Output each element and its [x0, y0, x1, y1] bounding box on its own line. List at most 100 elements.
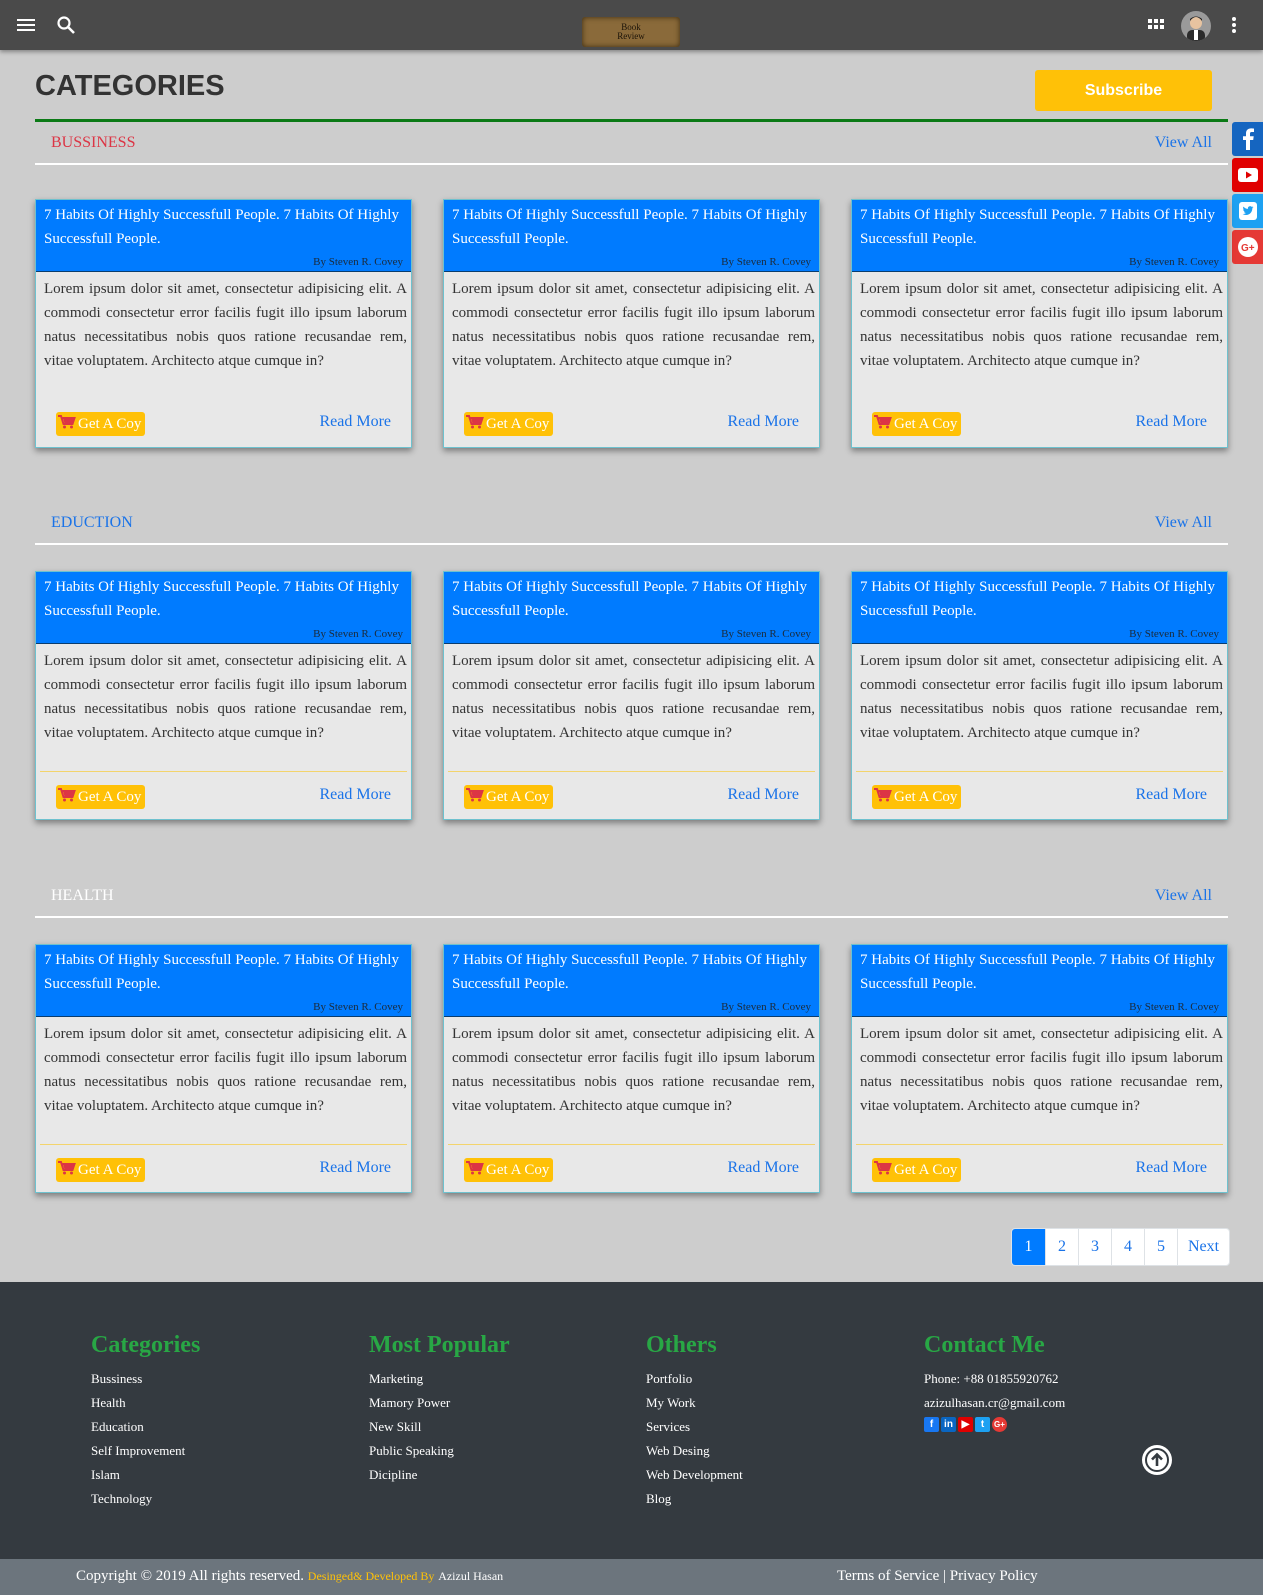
page-5-link[interactable]: 5 — [1144, 1229, 1177, 1265]
section-header-health: HEALTH View All — [35, 874, 1228, 918]
footer-link[interactable]: Technology — [91, 1487, 200, 1511]
view-all-link[interactable]: View All — [1155, 134, 1212, 152]
get-a-copy-button[interactable]: Get A Coy — [464, 412, 553, 436]
get-a-copy-label: Get A Coy — [894, 415, 958, 432]
facebook-icon[interactable] — [1232, 122, 1263, 156]
footer-link[interactable]: Portfolio — [646, 1367, 743, 1391]
section-title: EDUCTION — [51, 514, 133, 531]
youtube-icon[interactable]: ▶ — [958, 1417, 973, 1432]
scroll-to-top-icon[interactable] — [1142, 1445, 1172, 1475]
get-a-copy-label: Get A Coy — [78, 1161, 142, 1178]
book-title[interactable]: 7 Habits Of Highly Successfull People. 7… — [860, 203, 1219, 251]
page-4-link[interactable]: 4 — [1111, 1229, 1144, 1265]
svg-text:G+: G+ — [1241, 243, 1255, 254]
book-author: By Steven R. Covey — [1129, 628, 1219, 640]
more-vert-icon[interactable] — [1222, 13, 1246, 37]
page-1-link[interactable]: 1 — [1012, 1229, 1045, 1265]
read-more-link[interactable]: Read More — [727, 413, 799, 431]
footer-link[interactable]: Self Improvement — [91, 1439, 200, 1463]
get-a-copy-button[interactable]: Get A Coy — [464, 785, 553, 809]
footer-link[interactable]: Mamory Power — [369, 1391, 510, 1415]
footer-link[interactable]: Marketing — [369, 1367, 510, 1391]
get-a-copy-button[interactable]: Get A Coy — [464, 1158, 553, 1182]
read-more-link[interactable]: Read More — [1135, 1159, 1207, 1177]
book-title[interactable]: 7 Habits Of Highly Successfull People. 7… — [452, 575, 811, 623]
terms-link[interactable]: Terms of Service — [837, 1568, 939, 1584]
get-a-copy-button[interactable]: Get A Coy — [872, 412, 961, 436]
page-2-link[interactable]: 2 — [1045, 1229, 1078, 1265]
footer-link[interactable]: Health — [91, 1391, 200, 1415]
book-title[interactable]: 7 Habits Of Highly Successfull People. 7… — [860, 948, 1219, 996]
get-a-copy-button[interactable]: Get A Coy — [872, 785, 961, 809]
book-author: By Steven R. Covey — [721, 628, 811, 640]
read-more-link[interactable]: Read More — [1135, 786, 1207, 804]
book-excerpt: Lorem ipsum dolor sit amet, consectetur … — [860, 281, 1223, 369]
read-more-link[interactable]: Read More — [319, 786, 391, 804]
read-more-link[interactable]: Read More — [319, 413, 391, 431]
get-a-copy-button[interactable]: Get A Coy — [56, 1158, 145, 1182]
subscribe-button[interactable]: Subscribe — [1035, 70, 1212, 111]
site-footer: Categories Bussiness Health Education Se… — [0, 1282, 1263, 1559]
contact-email[interactable]: azizulhasan.cr@gmail.com — [924, 1391, 1065, 1415]
book-author: By Steven R. Covey — [721, 256, 811, 268]
cart-icon — [874, 1160, 892, 1180]
read-more-link[interactable]: Read More — [319, 1159, 391, 1177]
google-plus-icon[interactable]: G+ — [1232, 230, 1263, 264]
book-title[interactable]: 7 Habits Of Highly Successfull People. 7… — [44, 575, 403, 623]
avatar[interactable] — [1181, 11, 1211, 41]
google-plus-icon[interactable]: G+ — [992, 1417, 1007, 1432]
youtube-icon[interactable] — [1232, 158, 1263, 192]
twitter-icon[interactable]: t — [975, 1417, 990, 1432]
contact-phone: Phone: +88 01855920762 — [924, 1371, 1059, 1386]
legal-separator: | — [943, 1568, 947, 1584]
get-a-copy-label: Get A Coy — [78, 788, 142, 805]
read-more-link[interactable]: Read More — [727, 1159, 799, 1177]
facebook-icon[interactable]: f — [924, 1417, 939, 1432]
get-a-copy-label: Get A Coy — [486, 788, 550, 805]
book-title[interactable]: 7 Habits Of Highly Successfull People. 7… — [452, 203, 811, 251]
footer-heading: Others — [646, 1332, 717, 1358]
footer-link[interactable]: Islam — [91, 1463, 200, 1487]
book-title[interactable]: 7 Habits Of Highly Successfull People. 7… — [44, 948, 403, 996]
book-author: By Steven R. Covey — [313, 256, 403, 268]
privacy-link[interactable]: Privacy Policy — [950, 1568, 1038, 1584]
search-icon[interactable] — [54, 13, 78, 37]
get-a-copy-label: Get A Coy — [78, 415, 142, 432]
book-title[interactable]: 7 Habits Of Highly Successfull People. 7… — [44, 203, 403, 251]
footer-link[interactable]: Web Desing — [646, 1439, 743, 1463]
menu-icon[interactable] — [14, 13, 38, 37]
apps-grid-icon[interactable] — [1144, 13, 1168, 37]
view-all-link[interactable]: View All — [1155, 887, 1212, 905]
footer-link[interactable]: My Work — [646, 1391, 743, 1415]
developer-name[interactable]: Azizul Hasan — [438, 1569, 503, 1583]
page-title: CATEGORIES — [35, 70, 225, 102]
top-app-bar: Book Review — [0, 0, 1263, 50]
view-all-link[interactable]: View All — [1155, 514, 1212, 532]
get-a-copy-button[interactable]: Get A Coy — [872, 1158, 961, 1182]
footer-link[interactable]: Public Speaking — [369, 1439, 510, 1463]
cart-icon — [58, 414, 76, 434]
linkedin-icon[interactable]: in — [941, 1417, 956, 1432]
footer-link[interactable]: Web Development — [646, 1463, 743, 1487]
read-more-link[interactable]: Read More — [727, 786, 799, 804]
book-title[interactable]: 7 Habits Of Highly Successfull People. 7… — [452, 948, 811, 996]
footer-categories: Categories Bussiness Health Education Se… — [91, 1332, 200, 1511]
book-title[interactable]: 7 Habits Of Highly Successfull People. 7… — [860, 575, 1219, 623]
book-card: 7 Habits Of Highly Successfull People. 7… — [443, 199, 820, 448]
book-author: By Steven R. Covey — [721, 1001, 811, 1013]
footer-link[interactable]: Blog — [646, 1487, 743, 1511]
read-more-link[interactable]: Read More — [1135, 413, 1207, 431]
footer-link[interactable]: New Skill — [369, 1415, 510, 1439]
book-card: 7 Habits Of Highly Successfull People. 7… — [851, 944, 1228, 1193]
get-a-copy-button[interactable]: Get A Coy — [56, 785, 145, 809]
book-card: 7 Habits Of Highly Successfull People. 7… — [851, 199, 1228, 448]
next-page-link[interactable]: Next — [1177, 1229, 1229, 1265]
site-logo[interactable]: Book Review — [582, 17, 680, 47]
footer-link[interactable]: Education — [91, 1415, 200, 1439]
footer-link[interactable]: Services — [646, 1415, 743, 1439]
footer-link[interactable]: Dicipline — [369, 1463, 510, 1487]
footer-link[interactable]: Bussiness — [91, 1367, 200, 1391]
page-3-link[interactable]: 3 — [1078, 1229, 1111, 1265]
get-a-copy-button[interactable]: Get A Coy — [56, 412, 145, 436]
twitter-icon[interactable] — [1232, 194, 1263, 228]
